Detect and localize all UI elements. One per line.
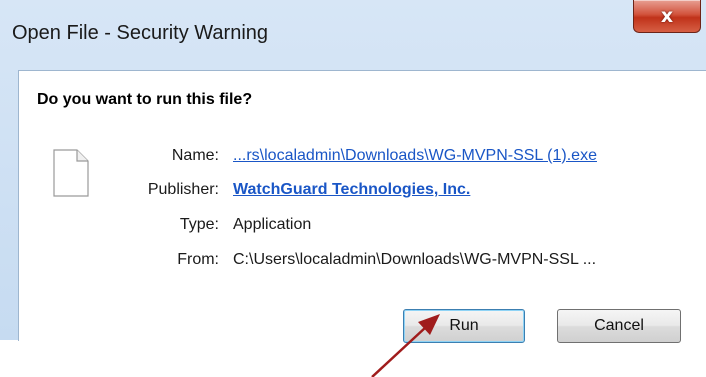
from-label: From: — [177, 251, 219, 268]
from-value: C:\Users\localadmin\Downloads\WG-MVPN-SS… — [233, 251, 597, 268]
publisher-label: Publisher: — [147, 181, 219, 198]
title-bar: Open File - Security Warning x — [0, 0, 706, 58]
name-label: Name: — [171, 147, 219, 164]
file-name-link[interactable]: ...rs\localadmin\Downloads\WG-MVPN-SSL (… — [233, 147, 597, 165]
run-button[interactable]: Run — [403, 309, 525, 343]
window-title: Open File - Security Warning — [12, 22, 269, 44]
question-heading: Do you want to run this file? — [37, 91, 253, 108]
type-label: Type: — [179, 216, 219, 233]
cancel-button[interactable]: Cancel — [557, 309, 681, 343]
close-button[interactable]: x — [633, 0, 701, 33]
dialog-window: Open File - Security Warning x Do you wa… — [0, 0, 706, 343]
close-icon: x — [660, 5, 674, 27]
publisher-link[interactable]: WatchGuard Technologies, Inc. — [233, 181, 470, 199]
dialog-content-panel: Do you want to run this file? Name: ...r… — [18, 70, 706, 343]
type-value: Application — [233, 216, 312, 233]
